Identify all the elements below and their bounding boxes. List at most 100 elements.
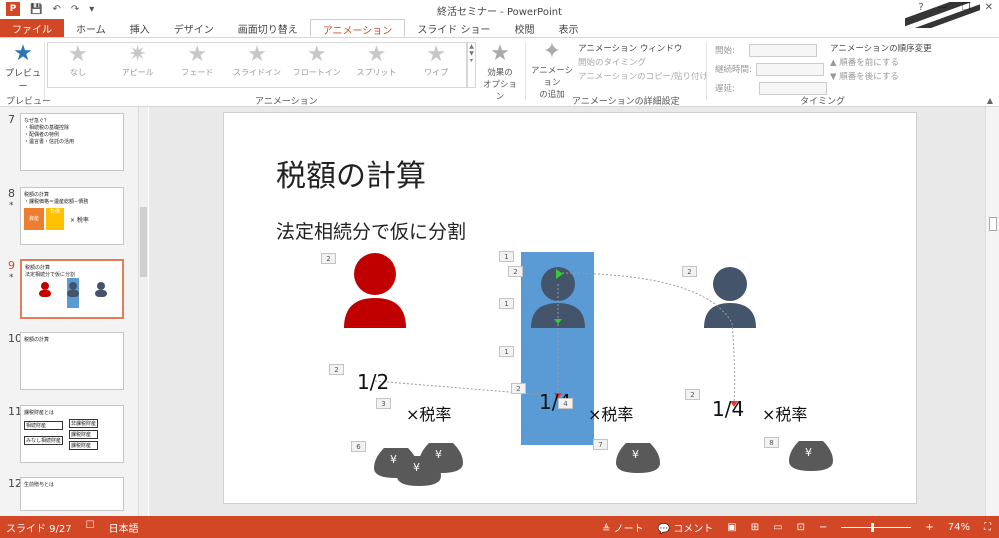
- anim-label: フロートイン: [292, 68, 341, 77]
- zoom-in-button[interactable]: +: [925, 522, 933, 533]
- add-animation-button[interactable]: ✦ アニメーション の追加: [528, 40, 576, 101]
- slide-canvas[interactable]: 税額の計算 法定相続分で仮に分割 ¥ ¥ ¥ ¥ ¥ 1/2 1/4 1/4 ×…: [223, 112, 917, 504]
- animation-order-tag[interactable]: 4: [558, 398, 573, 409]
- star-icon: ★: [67, 42, 88, 67]
- star-burst-icon: ✷: [128, 42, 147, 67]
- close-button[interactable]: ✕: [985, 2, 993, 13]
- slide-graphics: [344, 252, 833, 486]
- anim-fade[interactable]: ★ フェード: [167, 43, 227, 87]
- scroll-thumb[interactable]: [140, 207, 147, 277]
- animation-order-tag[interactable]: 7: [593, 439, 608, 450]
- thumb-box: 課税財産: [69, 441, 99, 450]
- yen-mark: ¥: [805, 446, 812, 459]
- reading-view-icon[interactable]: ▭: [773, 522, 782, 533]
- animation-painter-button[interactable]: アニメーションのコピー/貼り付け: [578, 70, 708, 84]
- slideshow-view-icon[interactable]: ⊡: [797, 522, 805, 533]
- trigger-button[interactable]: 開始のタイミング: [578, 56, 708, 70]
- star-icon: ★: [247, 42, 267, 67]
- animation-order-tag[interactable]: 8: [764, 437, 779, 448]
- slide-counter: スライド 9/27: [6, 524, 72, 535]
- thumbnail-scrollbar[interactable]: [138, 107, 148, 516]
- thumb-box: みなし相続財産: [24, 436, 64, 445]
- slide-sorter-icon[interactable]: ⊞: [751, 522, 759, 533]
- animation-order-tag[interactable]: 2: [685, 389, 700, 400]
- fraction-right[interactable]: 1/4: [712, 397, 744, 421]
- proofing-icon[interactable]: ☐: [86, 520, 95, 535]
- tab-insert[interactable]: 挿入: [118, 19, 162, 37]
- animation-order-tag[interactable]: 1: [499, 298, 514, 309]
- preview-button[interactable]: ★ プレビュー: [4, 41, 42, 93]
- thumb-debt-box: 負債: [46, 208, 64, 230]
- animation-order-tag[interactable]: 1: [499, 346, 514, 357]
- duration-input[interactable]: [755, 63, 824, 76]
- language-indicator[interactable]: 日本語: [109, 520, 139, 535]
- thumb-title: 税額の計算: [24, 337, 50, 343]
- separator: [706, 42, 707, 100]
- slide-thumbnail: 税額の計算: [20, 332, 124, 390]
- animation-order-tag[interactable]: 6: [351, 441, 366, 452]
- notes-button[interactable]: ≜ ノート: [602, 520, 644, 535]
- start-select[interactable]: [748, 44, 817, 57]
- effect-options-label: 効果の オプション: [482, 68, 517, 102]
- anim-floatin[interactable]: ★ フロートイン: [287, 43, 347, 87]
- zoom-slider[interactable]: [841, 523, 912, 532]
- fit-slide-icon[interactable]: ⛶: [984, 522, 991, 533]
- animation-order-tag[interactable]: 2: [329, 364, 344, 375]
- star-icon: ★: [306, 42, 327, 67]
- animation-order-tag[interactable]: 2: [682, 266, 697, 277]
- group-label-timing: タイミング: [800, 97, 846, 107]
- canvas-scrollbar[interactable]: [985, 107, 999, 516]
- tax-rate-right[interactable]: ×税率: [762, 401, 807, 425]
- anim-none[interactable]: ★ なし: [48, 43, 108, 87]
- tab-file[interactable]: ファイル: [0, 19, 64, 37]
- normal-view-icon[interactable]: ▣: [727, 522, 736, 533]
- animation-order-tag[interactable]: 2: [321, 253, 336, 264]
- preview-label: プレビュー: [4, 69, 41, 92]
- anim-split[interactable]: ★ スプリット: [347, 43, 407, 87]
- collapse-ribbon-icon[interactable]: ▲: [987, 96, 993, 105]
- advanced-animation-group: アニメーション ウィンドウ 開始のタイミング アニメーションのコピー/貼り付け: [578, 42, 708, 84]
- animation-pane-button[interactable]: アニメーション ウィンドウ: [578, 42, 708, 56]
- tab-home[interactable]: ホーム: [64, 19, 118, 37]
- duration-row: 継続時間:: [715, 61, 827, 80]
- animation-order-tag[interactable]: 2: [508, 266, 523, 277]
- yen-mark: ¥: [435, 448, 442, 461]
- slide-thumbnail: 課税財産とは 相続財産 みなし相続財産 非課税財産 課税財産 課税財産: [20, 405, 124, 463]
- anim-wipe[interactable]: ★ ワイプ: [406, 43, 466, 87]
- effect-star-icon: ★: [490, 41, 510, 66]
- thumb-box: 非課税財産: [69, 419, 99, 428]
- animation-order-tag[interactable]: 1: [499, 251, 514, 262]
- animation-order-tag[interactable]: 3: [376, 398, 391, 409]
- animation-order-tag[interactable]: 2: [511, 383, 526, 394]
- scroll-thumb[interactable]: [989, 217, 997, 231]
- anim-flyin[interactable]: ★ スライドイン: [227, 43, 287, 87]
- thumb-text: × 税率: [70, 216, 89, 224]
- effect-options-button[interactable]: ★ 効果の オプション: [480, 41, 520, 103]
- tab-view[interactable]: 表示: [547, 19, 591, 37]
- separator: [525, 42, 526, 100]
- move-earlier-button[interactable]: ▲ 順番を前にする: [830, 56, 932, 70]
- yen-mark: ¥: [632, 448, 639, 461]
- tab-transitions[interactable]: 画面切り替え: [226, 19, 310, 37]
- move-later-button[interactable]: ▼ 順番を後にする: [830, 70, 932, 84]
- reorder-group: アニメーションの順序変更 ▲ 順番を前にする ▼ 順番を後にする: [830, 42, 932, 84]
- zoom-out-button[interactable]: −: [819, 522, 827, 533]
- navy-person-right-icon: [704, 267, 756, 328]
- tab-review[interactable]: 校閲: [503, 19, 547, 37]
- tax-rate-center[interactable]: ×税率: [588, 401, 633, 425]
- comments-button[interactable]: 💬 コメント: [658, 520, 714, 535]
- thumb-title: 税額の計算: [24, 192, 50, 198]
- tax-rate-left[interactable]: ×税率: [406, 401, 451, 425]
- gallery-scroll[interactable]: ▲ ▼ ▾: [467, 42, 476, 88]
- tab-design[interactable]: デザイン: [162, 19, 226, 37]
- thumb-box: 課税財産: [69, 430, 99, 439]
- zoom-level[interactable]: 74%: [948, 522, 970, 533]
- anim-appear[interactable]: ✷ アピール: [108, 43, 168, 87]
- anim-label: なし: [69, 68, 86, 77]
- tab-slideshow[interactable]: スライド ショー: [405, 19, 502, 37]
- timing-group: 開始: 継続時間: 遅延:: [715, 42, 827, 99]
- fraction-left[interactable]: 1/2: [357, 370, 389, 394]
- preview-star-icon: ★: [13, 41, 33, 66]
- thumb-box: 相続財産: [24, 421, 64, 430]
- tab-animations[interactable]: アニメーション: [309, 19, 406, 37]
